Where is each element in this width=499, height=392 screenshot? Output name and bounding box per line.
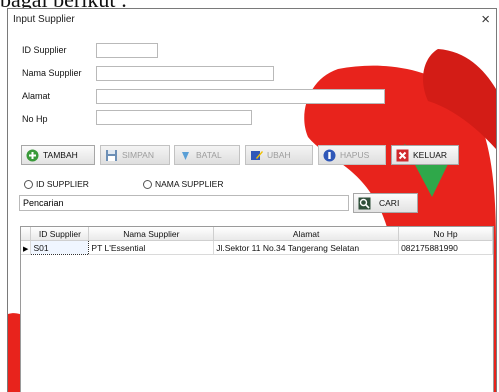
id-supplier-field[interactable] [96,43,158,58]
row-header-corner [21,227,32,241]
table-cell-no-hp[interactable]: 082175881990 [398,240,493,255]
table-cell-nama-supplier[interactable]: PT L'Essential [88,240,215,255]
hapus-label: HAPUS [340,150,370,160]
nama-supplier-field[interactable] [96,66,274,81]
alamat-field[interactable] [96,89,385,104]
tambah-label: TAMBAH [43,150,78,160]
batal-button[interactable]: BATAL [174,145,240,165]
ubah-label: UBAH [267,150,291,160]
supplier-table: ID Supplier Nama Supplier Alamat No Hp ▶… [20,226,494,392]
title-bar: Input Supplier × [8,9,496,33]
simpan-label: SIMPAN [122,150,154,160]
simpan-button[interactable]: SIMPAN [100,145,170,165]
search-input[interactable] [19,195,349,211]
nama-supplier-label: Nama Supplier [22,68,82,78]
close-icon[interactable]: × [481,11,490,29]
table-header-row: ID Supplier Nama Supplier Alamat No Hp [21,227,493,241]
no-hp-label: No Hp [22,114,48,124]
keluar-button[interactable]: KELUAR [391,145,459,165]
keluar-label: KELUAR [413,150,448,160]
radio-circle [24,179,33,189]
column-header-alamat[interactable]: Alamat [213,227,400,241]
radio-nama-supplier[interactable]: NAMA SUPPLIER [143,179,224,189]
radio-id-supplier-label: ID SUPPLIER [36,179,89,189]
table-cell-id-supplier[interactable]: S01 [30,240,90,255]
row-selector-arrow-icon[interactable]: ▶ [21,240,32,255]
input-supplier-window: Input Supplier × ID Supplier Nama Suppli… [7,8,497,392]
no-hp-field[interactable] [96,110,252,125]
cari-label: CARI [379,198,400,208]
column-header-nama-supplier[interactable]: Nama Supplier [88,227,215,241]
window-title: Input Supplier [13,14,75,25]
table-cell-alamat[interactable]: Jl.Sektor 11 No.34 Tangerang Selatan [213,240,400,255]
edit-icon [250,149,263,162]
column-header-no-hp[interactable]: No Hp [398,227,493,241]
radio-id-supplier[interactable]: ID SUPPLIER [24,179,89,189]
batal-label: BATAL [196,150,222,160]
alamat-label: Alamat [22,91,51,101]
column-header-id-supplier[interactable]: ID Supplier [30,227,90,241]
tambah-button[interactable]: TAMBAH [21,145,95,165]
ubah-button[interactable]: UBAH [245,145,313,165]
radio-nama-supplier-label: NAMA SUPPLIER [155,179,224,189]
hapus-button[interactable]: HAPUS [318,145,386,165]
table-row[interactable]: ▶ S01 PT L'Essential Jl.Sektor 11 No.34 … [21,240,493,255]
radio-circle [143,179,152,189]
delete-icon [323,149,336,162]
exit-icon [396,149,409,162]
id-supplier-label: ID Supplier [22,45,67,55]
cari-button[interactable]: CARI [353,193,418,213]
add-icon [26,149,39,162]
save-icon [105,149,118,162]
search-icon [358,197,371,210]
undo-icon [179,149,192,162]
